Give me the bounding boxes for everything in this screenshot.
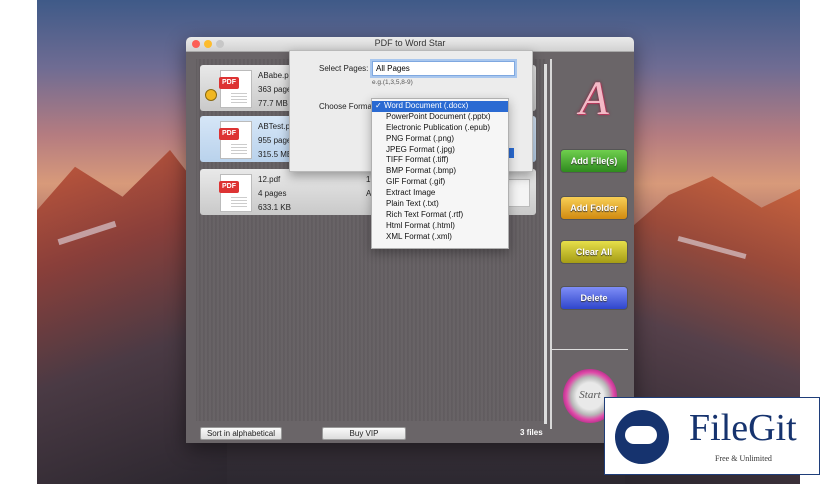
menu-item-tiff[interactable]: TIFF Format (.tiff): [372, 155, 508, 166]
menu-item-gif[interactable]: GIF Format (.gif): [372, 177, 508, 188]
menu-item-extract-image[interactable]: Extract Image: [372, 188, 508, 199]
add-folder-button[interactable]: Add Folder: [560, 196, 628, 220]
buy-vip-button[interactable]: Buy VIP: [322, 427, 406, 440]
pdf-file-icon: PDF: [219, 70, 252, 108]
clear-all-button[interactable]: Clear All: [560, 240, 628, 264]
delete-button[interactable]: Delete: [560, 286, 628, 310]
pages-hint: e.g.(1,3,5,8-9): [372, 79, 413, 86]
select-pages-label: Select Pages:: [319, 64, 369, 73]
menu-item-png[interactable]: PNG Format (.png): [372, 134, 508, 145]
menu-item-jpg[interactable]: JPEG Format (.jpg): [372, 145, 508, 156]
menu-item-epub[interactable]: Electronic Publication (.epub): [372, 123, 508, 134]
menu-item-pptx[interactable]: PowerPoint Document (.pptx): [372, 112, 508, 123]
watermark-tagline: Free & Unlimited: [715, 454, 772, 463]
divider: [550, 59, 552, 429]
bottom-bar: Sort in alphabetical Buy VIP 3 files: [196, 425, 546, 441]
file-count: 3 files: [520, 428, 543, 437]
format-dropdown-menu[interactable]: ✓ Word Document (.docx) PowerPoint Docum…: [371, 98, 509, 249]
menu-item-html[interactable]: Html Format (.html): [372, 221, 508, 232]
filegit-watermark: FileGit Free & Unlimited: [604, 397, 820, 475]
app-logo: A: [579, 72, 609, 125]
window-title: PDF to Word Star: [374, 38, 446, 48]
file-size: 633.1 KB: [258, 203, 291, 212]
menu-item-bmp[interactable]: BMP Format (.bmp): [372, 166, 508, 177]
output-file-icon: [506, 179, 530, 207]
file-size: 315.5 MB: [258, 150, 293, 159]
select-pages-input[interactable]: All Pages: [372, 61, 515, 76]
menu-item-rtf[interactable]: Rich Text Format (.rtf): [372, 210, 508, 221]
menu-item-txt[interactable]: Plain Text (.txt): [372, 199, 508, 210]
watermark-name: FileGit: [689, 407, 797, 449]
divider: [552, 349, 628, 350]
lock-icon: [205, 89, 217, 101]
choose-format-label: Choose Format:: [319, 102, 377, 111]
file-size: 77.7 MB: [258, 99, 288, 108]
menu-item-docx[interactable]: ✓ Word Document (.docx): [372, 101, 508, 112]
menu-item-xml[interactable]: XML Format (.xml): [372, 232, 508, 243]
pdf-file-icon: PDF: [219, 121, 252, 159]
file-name: 12.pdf: [258, 175, 281, 184]
filegit-logo-icon: [615, 410, 669, 464]
sort-alphabetical-button[interactable]: Sort in alphabetical: [200, 427, 282, 440]
add-files-button[interactable]: Add File(s): [560, 149, 628, 173]
file-pages: 4 pages: [258, 189, 287, 198]
pdf-file-icon: PDF: [219, 174, 252, 212]
list-scrollbar[interactable]: [544, 64, 547, 424]
sidebar: A Add File(s) Add Folder Clear All Delet…: [550, 59, 628, 429]
